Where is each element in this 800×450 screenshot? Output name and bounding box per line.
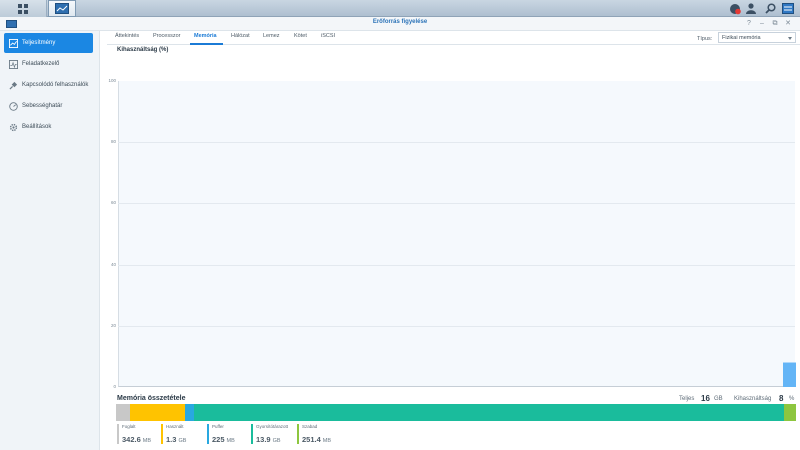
total-label: Teljes [679,396,695,402]
notifications-icon[interactable] [727,1,743,16]
tab-iscsi[interactable]: iSCSI [321,33,335,39]
taskbar [0,0,800,17]
user-icon[interactable] [743,1,759,16]
widgets-icon[interactable] [780,1,796,16]
total-unit: GB [714,396,723,402]
sidebar-item-label: Kapcsolódó felhasználók [22,82,89,88]
speedometer-icon [9,101,18,111]
sidebar: Teljesítmény Feladatkezelő Kapcsolódó fe… [0,31,100,450]
bar-segment-buffer [185,404,194,421]
plug-icon [9,81,18,90]
sidebar-item-speed-limit[interactable]: Sebességhatár [4,96,93,116]
close-icon[interactable]: ✕ [783,19,793,29]
type-label: Típus: [697,36,713,42]
y-tick-label: 60 [110,200,116,206]
gridline [118,325,795,327]
sidebar-item-label: Teljesítmény [22,40,56,46]
resource-monitor-taskbar-button[interactable] [48,0,76,17]
maximize-icon[interactable]: ⧉ [770,19,780,29]
tab-memory[interactable]: Memória [194,33,217,39]
utilization-area-mark [783,362,796,387]
sidebar-item-connected-users[interactable]: Kapcsolódó felhasználók [4,75,93,95]
utilization-label: Kihasználtság [734,396,772,402]
tab-overview[interactable]: Áttekintés [115,33,139,39]
performance-chart-icon [9,38,18,48]
bar-segment-used [130,404,185,421]
bar-segment-free [784,404,796,421]
y-tick-label: 0 [113,384,116,389]
window-titlebar[interactable]: Erőforrás figyelése ? – ⧉ ✕ [0,17,800,31]
sidebar-item-label: Sebességhatár [22,103,63,109]
utilization-chart [118,81,796,387]
sidebar-item-task-manager[interactable]: Feladatkezelő [4,54,93,74]
minimize-icon[interactable]: – [757,19,767,29]
tab-disk[interactable]: Lemez [263,33,280,39]
legend-item-buffer: Puffer 225 MB [207,424,235,444]
tab-network[interactable]: Hálózat [231,33,250,39]
gear-icon [9,123,18,131]
sidebar-item-settings[interactable]: Beállítások [4,117,93,137]
tab-processor[interactable]: Processzor [153,33,181,39]
chevron-down-icon [788,37,792,40]
y-tick-label: 40 [110,261,116,267]
search-icon[interactable] [762,1,778,16]
gridline [118,264,795,266]
sidebar-item-performance[interactable]: Teljesítmény [4,33,93,53]
sidebar-item-label: Beállítások [22,124,52,130]
legend-item-used: Használt 1.3 GB [161,424,186,444]
total-value: 16 [701,394,710,403]
tab-volume[interactable]: Kötet [294,33,307,39]
grid-icon [18,3,28,14]
sidebar-item-label: Feladatkezelő [22,61,60,67]
monitor-chart-icon [55,3,69,14]
utilization-value: 8 [779,394,784,403]
gridline [118,142,795,144]
task-manager-icon [9,59,18,69]
legend-item-reserved: Foglalt 342.6 MB [117,424,151,444]
utilization-chart-svg [783,362,796,387]
type-select-value: Fizikai memória [722,35,761,41]
help-icon[interactable]: ? [744,19,754,29]
legend-item-free: Szabad 251.4 MB [297,424,331,444]
utilization-unit: % [789,396,795,402]
window-title: Erőforrás figyelése [372,19,428,25]
legend-item-cached: Gyorsítótárazott 13.9 GB [251,424,288,444]
main-menu-button[interactable] [0,0,47,17]
active-tab-indicator [190,43,223,45]
y-tick-label: 100 [108,78,116,83]
memory-composition-title: Memória összetétele [117,395,186,402]
type-select[interactable]: Fizikai memória [718,32,796,43]
chart-title: Kihasználtság (%) [117,47,169,53]
y-tick-label: 80 [110,139,116,145]
memory-composition-bar [116,404,796,421]
bar-segment-cached [194,404,784,421]
y-tick-label: 20 [110,322,116,328]
bar-segment-reserved [116,404,130,421]
gridline [118,203,795,205]
